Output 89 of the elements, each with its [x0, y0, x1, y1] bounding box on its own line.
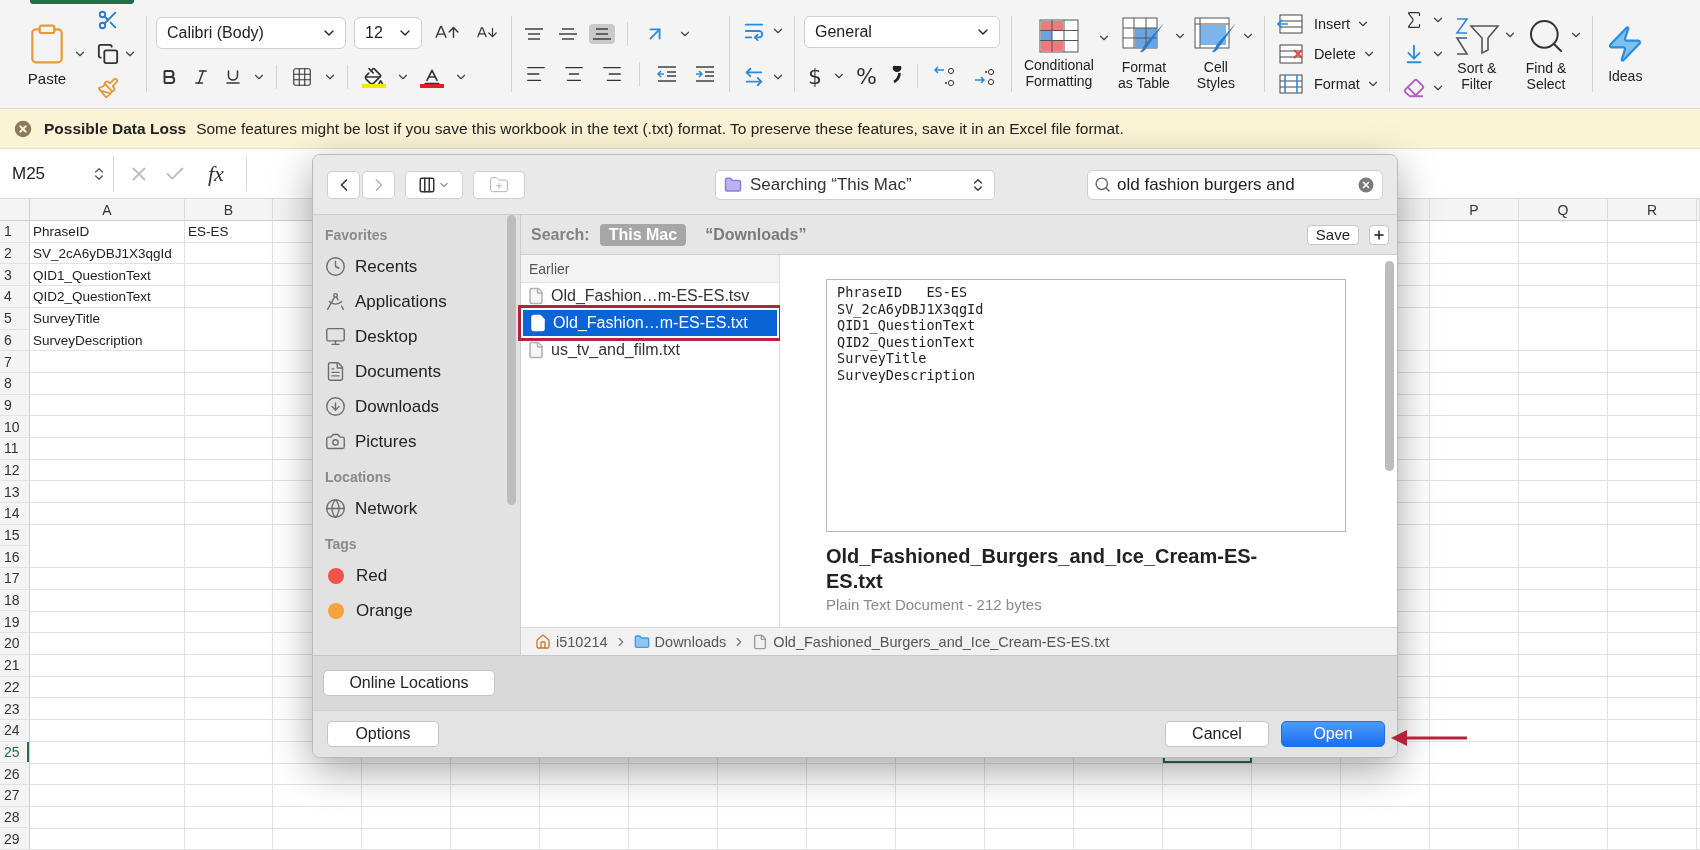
sidebar-item[interactable]: Recents: [325, 249, 520, 284]
row-header[interactable]: 21: [0, 654, 30, 677]
row-header[interactable]: 17: [0, 568, 30, 590]
row-header[interactable]: 4: [0, 286, 30, 308]
number-format-dropdown[interactable]: General: [804, 16, 1000, 49]
delete-button[interactable]: Delete: [1273, 41, 1358, 68]
table-cell-text: SV_2cA6yDBJ1X3qgId: [32, 245, 173, 264]
save-button[interactable]: Save: [1306, 224, 1359, 245]
column-header[interactable]: B: [185, 199, 273, 222]
row-header[interactable]: 2: [0, 242, 30, 265]
sidebar-item[interactable]: Applications: [325, 284, 520, 319]
row-header[interactable]: 27: [0, 784, 30, 807]
path-item[interactable]: Downloads: [633, 633, 727, 650]
scope-label: Search:: [531, 225, 590, 244]
row-header[interactable]: 6: [0, 329, 30, 352]
row-header[interactable]: 14: [0, 503, 30, 525]
function-button[interactable]: fx: [200, 160, 232, 187]
ideas-button[interactable]: Ideas: [1602, 22, 1649, 87]
cell-styles-button[interactable]: Cell Styles: [1190, 15, 1241, 94]
sidebar-item[interactable]: Desktop: [325, 319, 520, 354]
cancel-button[interactable]: Cancel: [1165, 721, 1269, 747]
conditional-formatting-button[interactable]: Conditional Formatting: [1020, 17, 1097, 92]
open-button[interactable]: Open: [1281, 721, 1385, 747]
row-header[interactable]: 9: [0, 394, 30, 417]
row-header[interactable]: 25: [0, 741, 30, 764]
message-text: Some features might be lost if you save this workbook in the text (.txt) format. To preserve these features, save it in an Excel file format.: [196, 119, 1124, 138]
find-select-button[interactable]: Find & Select: [1522, 14, 1570, 95]
table-cell-text: QID1_QuestionText: [32, 266, 152, 285]
row-header[interactable]: 22: [0, 676, 30, 699]
file-item[interactable]: Old_Fashion…m-ES-ES.txt: [523, 310, 777, 336]
row-header[interactable]: 20: [0, 633, 30, 655]
table-cell-text: SurveyDescription: [32, 331, 144, 350]
row-header[interactable]: 7: [0, 351, 30, 373]
sidebar-item[interactable]: Documents: [325, 354, 520, 389]
row-header[interactable]: 11: [0, 437, 30, 460]
section-heading: Locations: [325, 469, 393, 485]
row-header[interactable]: 13: [0, 481, 30, 503]
row-header[interactable]: 28: [0, 806, 30, 829]
row-header[interactable]: 1: [0, 221, 30, 243]
row-header[interactable]: 3: [0, 264, 30, 287]
sidebar-item[interactable]: Orange: [325, 593, 520, 628]
row-header[interactable]: 16: [0, 546, 30, 569]
row-header[interactable]: 18: [0, 589, 30, 612]
paste-button[interactable]: Paste: [23, 19, 71, 89]
row-header[interactable]: 29: [0, 828, 30, 850]
percent-button[interactable]: %: [852, 63, 881, 89]
search-field[interactable]: old fashion burgers and: [1087, 169, 1383, 200]
format-button[interactable]: Format: [1273, 71, 1362, 98]
sidebar-item[interactable]: Downloads: [325, 389, 520, 424]
file-item[interactable]: Old_Fashion…m-ES-ES.tsv: [521, 283, 779, 309]
location-dropdown[interactable]: Searching “This Mac”: [715, 169, 995, 200]
sort-filter-button[interactable]: Sort & Filter: [1450, 14, 1503, 95]
table-cell-text: ES-ES: [187, 223, 230, 242]
message-title: Possible Data Loss: [44, 119, 187, 138]
row-header[interactable]: 26: [0, 763, 30, 785]
file-item[interactable]: us_tv_and_film.txt: [521, 337, 779, 363]
column-header[interactable]: P: [1430, 199, 1519, 222]
sidebar-item[interactable]: Pictures: [325, 424, 520, 459]
column-header[interactable]: A: [30, 199, 185, 222]
path-item[interactable]: i510214: [535, 633, 608, 650]
options-button[interactable]: Options: [327, 721, 439, 747]
insert-button[interactable]: Insert: [1273, 11, 1353, 38]
file-preview: PhraseID ES-ES SV_2cA6yDBJ1X3qgId QID1_QuestionText QID2_QuestionText SurveyTitle SurveyDescription: [826, 279, 1346, 532]
online-locations-button[interactable]: Online Locations: [323, 670, 495, 696]
currency-button[interactable]: $: [804, 63, 826, 89]
row-header[interactable]: 24: [0, 719, 30, 742]
row-header[interactable]: 12: [0, 459, 30, 482]
row-header[interactable]: 8: [0, 372, 30, 395]
section-heading: Tags: [325, 536, 358, 552]
format-as-table-button[interactable]: Format as Table: [1114, 15, 1173, 94]
row-header[interactable]: 5: [0, 307, 30, 330]
row-header[interactable]: 23: [0, 698, 30, 720]
section-heading: Favorites: [325, 227, 389, 243]
row-header[interactable]: 15: [0, 524, 30, 547]
table-cell-text: PhraseID: [32, 223, 91, 242]
file-name: Old_Fashioned_Burgers_and_Ice_Cream-ES-ES.txt: [826, 544, 1259, 594]
font-name-dropdown[interactable]: Calibri (Body): [156, 17, 346, 50]
row-header[interactable]: 19: [0, 611, 30, 634]
table-cell-text: QID2_QuestionText: [32, 288, 152, 307]
sidebar-item[interactable]: Network: [325, 491, 520, 526]
table-cell-text: SurveyTitle: [32, 310, 102, 329]
column-header[interactable]: R: [1608, 199, 1697, 222]
sidebar-item[interactable]: Red: [325, 558, 520, 593]
font-size-dropdown[interactable]: 12: [354, 17, 422, 50]
path-item[interactable]: Old_Fashioned_Burgers_and_Ice_Cream-ES-ES.txt: [752, 633, 1110, 650]
column-header[interactable]: Q: [1519, 199, 1608, 222]
file-info: Plain Text Document - 212 bytes: [826, 596, 1043, 613]
row-header[interactable]: 10: [0, 416, 30, 438]
group-heading: Earlier: [521, 255, 779, 283]
